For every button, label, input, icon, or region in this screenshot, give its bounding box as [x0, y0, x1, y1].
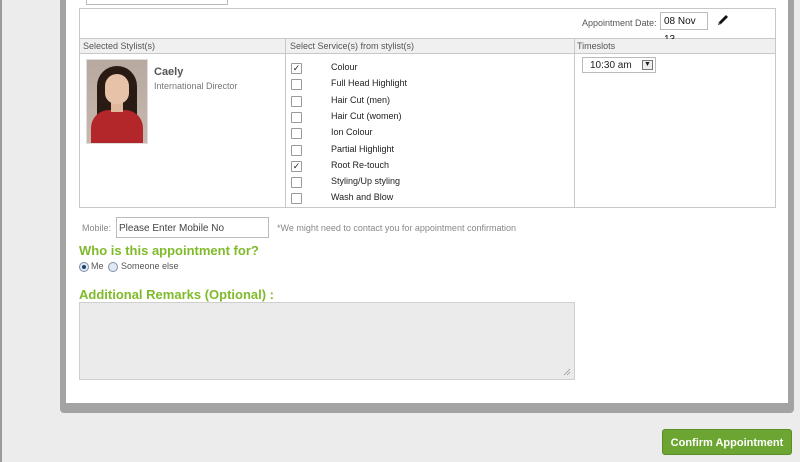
checkbox-checked-icon[interactable]: ✓ [291, 63, 302, 74]
service-checkbox[interactable] [291, 193, 302, 205]
mobile-field[interactable] [116, 217, 269, 238]
service-label: Wash and Blow [331, 192, 394, 203]
pencil-icon[interactable] [716, 13, 730, 27]
radio-me-label[interactable]: Me [91, 261, 104, 271]
header-selected-stylists: Selected Stylist(s) [83, 41, 156, 51]
service-item[interactable]: Hair Cut (women) [291, 110, 491, 126]
service-checkbox[interactable] [291, 144, 302, 156]
service-label: Hair Cut (women) [331, 110, 402, 121]
service-label: Root Re-touch [331, 159, 390, 170]
timeslot-select[interactable]: 10:30 am ▼ [582, 57, 656, 73]
booking-table: Appointment Date: 08 Nov 13 Selected Sty… [79, 8, 776, 208]
service-item[interactable]: ✓ Root Re-touch [291, 159, 491, 175]
service-item[interactable]: Hair Cut (men) [291, 94, 491, 110]
dropdown-arrow-icon[interactable]: ▼ [642, 60, 653, 70]
radio-someone-else-label[interactable]: Someone else [121, 261, 179, 271]
stylist-name: Caely [154, 66, 184, 78]
column-divider [285, 39, 286, 207]
service-label: Hair Cut (men) [331, 94, 391, 105]
mobile-label: Mobile: [82, 223, 112, 233]
timeslot-value: 10:30 am [590, 60, 632, 71]
service-checkbox[interactable] [291, 177, 302, 189]
service-label: Partial Highlight [331, 143, 395, 154]
remarks-heading: Additional Remarks (Optional) : [79, 287, 275, 302]
service-checkbox[interactable] [291, 128, 302, 140]
mobile-input[interactable] [119, 219, 265, 237]
service-label: Styling/Up styling [331, 176, 401, 187]
service-item[interactable]: ✓ Colour [291, 61, 491, 77]
checkbox-checked-icon[interactable]: ✓ [291, 160, 302, 172]
service-label: Colour [331, 62, 358, 72]
page-left-edge [0, 0, 2, 462]
confirm-appointment-button[interactable]: Confirm Appointment [662, 429, 792, 455]
header-timeslots: Timeslots [577, 41, 616, 51]
who-heading: Who is this appointment for? [79, 243, 259, 258]
service-label: Ion Colour [331, 127, 373, 138]
service-item[interactable]: Full Head Highlight [291, 77, 491, 93]
service-checkbox[interactable] [291, 79, 302, 91]
service-item[interactable]: Ion Colour [291, 126, 491, 142]
service-checkbox[interactable] [291, 111, 302, 123]
appointment-date-label: Appointment Date: [582, 18, 657, 28]
radio-someone-else[interactable] [108, 262, 118, 272]
service-item[interactable]: Wash and Blow [291, 191, 491, 207]
radio-me[interactable] [79, 262, 89, 272]
service-label: Full Head Highlight [331, 78, 408, 89]
column-divider [574, 39, 575, 207]
mobile-note: *We might need to contact you for appoin… [277, 223, 516, 233]
table-header-row: Selected Stylist(s) Select Service(s) fr… [80, 39, 775, 54]
header-select-services: Select Service(s) from stylist(s) [290, 41, 415, 51]
top-partial-input[interactable] [86, 0, 228, 5]
stylist-title: International Director [154, 81, 238, 91]
remarks-textarea[interactable] [79, 302, 575, 380]
date-row: Appointment Date: 08 Nov 13 [80, 9, 775, 45]
resize-grip-icon[interactable] [563, 368, 571, 376]
service-item[interactable]: Styling/Up styling [291, 175, 491, 191]
appointment-date-input[interactable]: 08 Nov 13 [660, 12, 708, 45]
stylist-photo [86, 59, 148, 144]
service-item[interactable]: Partial Highlight [291, 143, 491, 159]
service-checkbox[interactable] [291, 95, 302, 107]
